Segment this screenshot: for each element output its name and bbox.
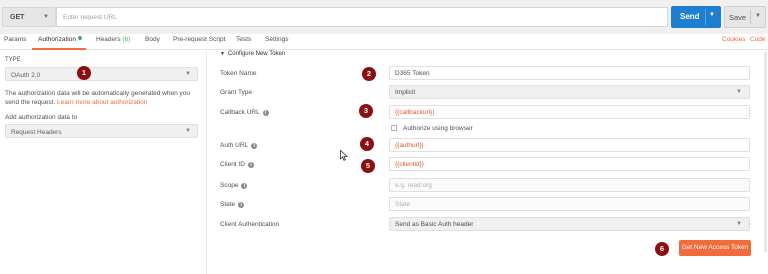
chevron-down-icon: ▼	[43, 14, 49, 20]
add-auth-to-select[interactable]: Request Headers ▼	[5, 124, 198, 138]
chevron-down-icon: ▼	[185, 128, 191, 134]
code-link[interactable]: Code	[750, 36, 766, 43]
save-label: Save	[729, 13, 747, 22]
vertical-scrollbar[interactable]	[764, 52, 767, 252]
annotation-badge-2: 2	[362, 67, 376, 81]
send-button[interactable]: Send ▼	[671, 6, 721, 28]
add-auth-to-label: Add authorization data to	[5, 114, 78, 121]
state-label: State i	[220, 201, 245, 208]
info-icon: i	[238, 202, 245, 208]
scope-label: Scope i	[220, 182, 248, 189]
scope-input[interactable]: e.g. read:org	[389, 178, 750, 192]
auth-url-label: Auth URL i	[220, 142, 258, 149]
authorize-browser-label: Authorize using browser	[403, 125, 473, 132]
mouse-cursor-icon	[340, 150, 348, 161]
authorize-browser-checkbox[interactable]: Authorize using browser	[391, 125, 473, 132]
active-dot-icon	[77, 36, 82, 40]
callback-url-label-text: Callback URL	[220, 109, 260, 116]
scope-label-text: Scope	[220, 182, 239, 189]
state-placeholder: State	[395, 201, 411, 208]
auth-type-select[interactable]: OAuth 2.0 ▼	[5, 67, 198, 81]
url-placeholder: Enter request URL	[63, 14, 117, 21]
grant-type-label: Grant Type	[220, 89, 253, 96]
configure-token-header[interactable]: ▼ Configure New Token	[220, 51, 285, 57]
tab-settings[interactable]: Settings	[265, 36, 289, 43]
info-icon: i	[247, 162, 254, 168]
tab-headers[interactable]: Headers (6)	[96, 36, 130, 43]
auth-url-input[interactable]: {{authurl}}	[389, 138, 750, 152]
checkbox-icon	[391, 125, 397, 131]
type-label: TYPE	[5, 57, 21, 63]
grant-type-select[interactable]: Implicit ▼	[389, 85, 750, 99]
client-id-input[interactable]: {{clientid}}	[389, 157, 750, 171]
callback-url-input[interactable]: {{callbackurl}}	[389, 105, 750, 119]
token-name-label: Token Name	[220, 70, 257, 77]
send-label: Send	[680, 12, 700, 21]
info-icon: i	[251, 143, 258, 149]
chevron-down-icon: ▼	[185, 71, 191, 77]
active-tab-indicator	[32, 48, 86, 50]
annotation-badge-6: 6	[655, 242, 669, 256]
chevron-down-icon: ▼	[736, 221, 742, 227]
callback-url-label: Callback URL i	[220, 109, 269, 116]
token-name-value: D365 Token	[395, 70, 430, 77]
client-id-label-text: Client ID	[220, 161, 245, 168]
request-tabs: Params Authorization Headers (6) Body Pr…	[0, 34, 768, 50]
request-url-bar: GET ▼ Enter request URL Send ▼ Save ▼	[0, 0, 768, 34]
url-input[interactable]: Enter request URL	[56, 7, 668, 27]
auth-description: The authorization data will be automatic…	[5, 89, 203, 107]
auth-url-label-text: Auth URL	[220, 142, 249, 149]
method-select[interactable]: GET ▼	[2, 7, 56, 27]
grant-type-value: Implicit	[395, 89, 416, 96]
save-divider	[750, 10, 751, 24]
annotation-badge-1: 1	[77, 66, 91, 80]
add-auth-to-value: Request Headers	[11, 129, 62, 136]
annotation-badge-4: 4	[360, 137, 374, 151]
info-icon: i	[241, 183, 248, 189]
tab-body[interactable]: Body	[145, 36, 160, 43]
callback-url-value: {{callbackurl}}	[395, 109, 435, 116]
client-auth-select[interactable]: Send as Basic Auth header ▼	[389, 217, 750, 231]
token-name-input[interactable]: D365 Token	[389, 66, 750, 80]
method-label: GET	[10, 14, 25, 21]
headers-count-badge: (6)	[122, 36, 131, 43]
save-button[interactable]: Save ▼	[724, 6, 766, 28]
get-new-access-token-button[interactable]: Get New Access Token	[679, 240, 751, 256]
tab-authorization-label: Authorization	[38, 36, 76, 43]
annotation-badge-3: 3	[359, 104, 373, 118]
state-label-text: State	[220, 201, 236, 208]
token-config-panel: ▼ Configure New Token Token Name D365 Tok…	[208, 51, 768, 274]
tab-headers-label: Headers	[96, 36, 121, 43]
cookies-link[interactable]: Cookies	[722, 36, 745, 43]
tab-tests[interactable]: Tests	[236, 36, 251, 43]
auth-type-value: OAuth 2.0	[11, 72, 41, 79]
learn-more-link[interactable]: Learn more about authorization	[57, 99, 147, 106]
chevron-down-icon: ▼	[736, 89, 742, 95]
info-icon: i	[262, 110, 269, 116]
auth-url-value: {{authurl}}	[395, 142, 424, 149]
client-id-value: {{clientid}}	[395, 161, 424, 168]
annotation-badge-5: 5	[361, 159, 375, 173]
state-input[interactable]: State	[389, 197, 750, 211]
send-divider	[705, 9, 706, 25]
scope-placeholder: e.g. read:org	[395, 182, 432, 189]
section-title: Configure New Token	[227, 51, 286, 57]
auth-type-panel: TYPE OAuth 2.0 ▼ The authorization data …	[0, 51, 207, 274]
collapse-triangle-icon: ▼	[220, 51, 225, 57]
client-auth-value: Send as Basic Auth header	[395, 221, 474, 228]
send-options-chevron-icon[interactable]: ▼	[709, 12, 715, 18]
tab-authorization[interactable]: Authorization	[38, 36, 82, 43]
tab-pre-request-script[interactable]: Pre-request Script	[173, 36, 225, 43]
client-auth-label: Client Authentication	[220, 221, 280, 228]
save-options-chevron-icon[interactable]: ▼	[755, 13, 761, 19]
client-id-label: Client ID i	[220, 161, 254, 168]
tab-params[interactable]: Params	[4, 36, 26, 43]
